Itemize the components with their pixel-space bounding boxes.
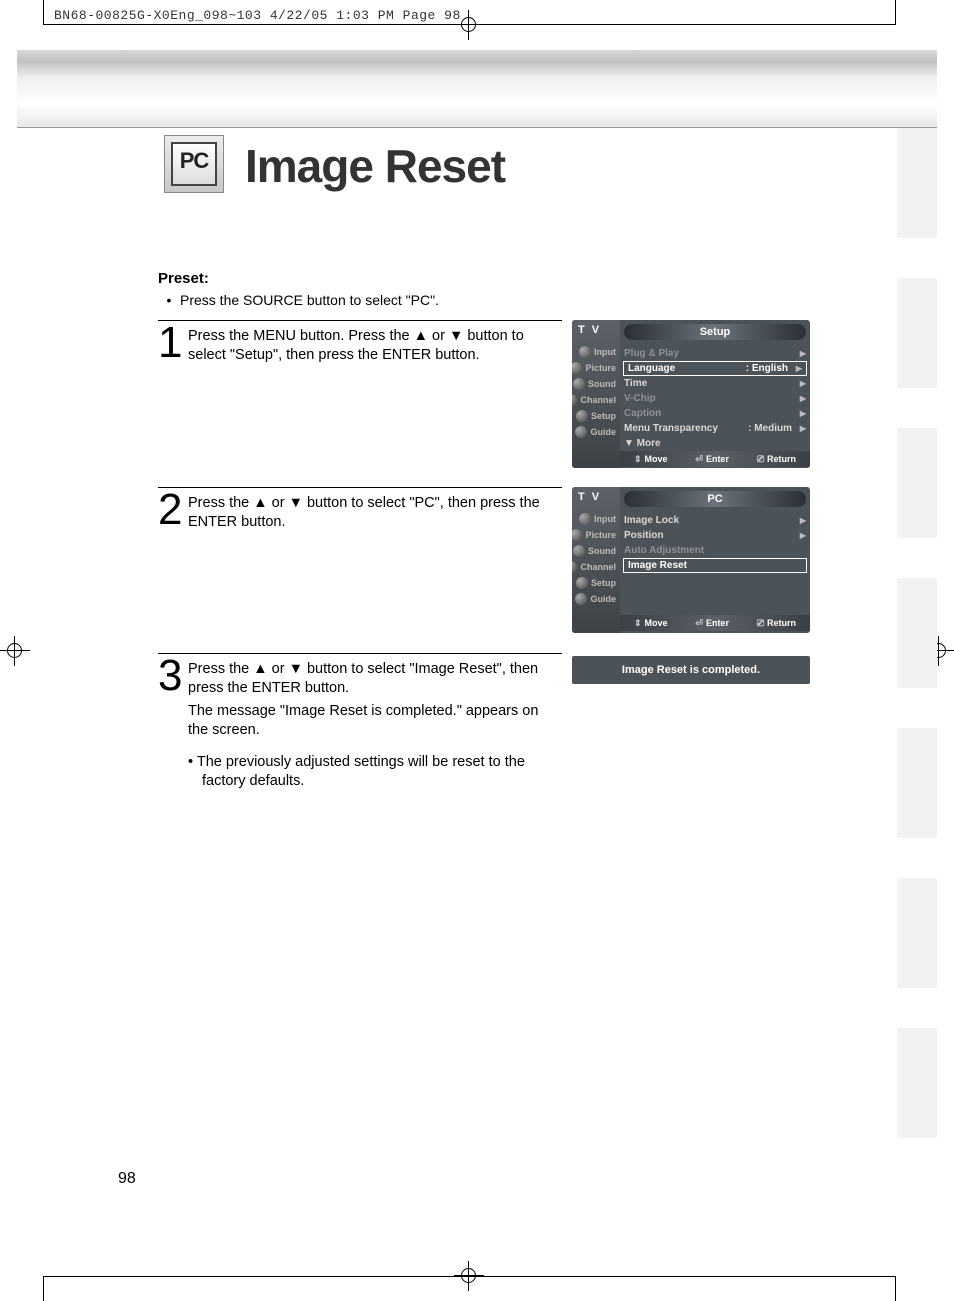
step-number: 1 — [158, 321, 182, 365]
step-3-text2: The message "Image Reset is completed." … — [188, 702, 562, 740]
side-tab-ghost — [897, 128, 937, 1251]
step-number: 3 — [158, 654, 182, 698]
registration-mark — [924, 636, 954, 666]
step-3-text1: Press the ▲ or ▼ button to select "Image… — [188, 660, 562, 698]
osd-row-time: Time▶ — [620, 376, 810, 391]
pc-icon-label: PC — [165, 148, 223, 174]
osd-side-sound: Sound — [588, 546, 616, 556]
step-2-text: Press the ▲ or ▼ button to select "PC", … — [188, 494, 562, 532]
pc-icon: PC — [164, 135, 224, 193]
registration-mark — [454, 1261, 484, 1291]
osd-side-setup: Setup — [591, 578, 616, 588]
preset-bullet: •Press the SOURCE button to select "PC". — [158, 292, 439, 308]
osd-side-guide: Guide — [590, 594, 616, 604]
osd-row-position: Position▶ — [620, 528, 810, 543]
registration-mark — [0, 636, 30, 666]
osd-message-box: Image Reset is completed. — [572, 656, 810, 684]
osd-row-vchip: V-Chip▶ — [620, 391, 810, 406]
preset-label: Preset: — [158, 270, 439, 287]
osd-row-language: Language: English▶ — [623, 361, 807, 376]
osd-side-setup: Setup — [591, 411, 616, 421]
osd-row-autoadjust: Auto Adjustment — [620, 543, 810, 558]
step-number: 2 — [158, 488, 182, 532]
page-title: Image Reset — [245, 139, 505, 193]
header-band — [17, 50, 937, 128]
osd-footer: ⇕Move ⏎Enter ⎚Return — [620, 451, 810, 467]
preset-block: Preset: •Press the SOURCE button to sele… — [158, 270, 439, 308]
osd-tv-label: T V — [572, 320, 620, 344]
osd-row-imagereset: Image Reset — [623, 558, 807, 573]
osd-pc-menu: T V Input Picture Sound Channel Setup Gu… — [572, 487, 810, 633]
osd-row-plugplay: Plug & Play▶ — [620, 346, 810, 361]
osd-side-input: Input — [594, 347, 616, 357]
step-3: 3 Press the ▲ or ▼ button to select "Ima… — [158, 653, 562, 795]
step-3-bullet: • The previously adjusted settings will … — [188, 753, 562, 791]
osd-side-guide: Guide — [590, 427, 616, 437]
osd-side-picture: Picture — [585, 363, 616, 373]
osd-side-channel: Channel — [580, 562, 616, 572]
osd-row-menutrans: Menu Transparency: Medium▶ — [620, 421, 810, 436]
page-number: 98 — [118, 1170, 136, 1188]
osd-row-caption: Caption▶ — [620, 406, 810, 421]
osd-footer: ⇕Move ⏎Enter ⎚Return — [620, 615, 810, 631]
step-1: 1 Press the MENU button. Press the ▲ or … — [158, 320, 562, 369]
step-1-text: Press the MENU button. Press the ▲ or ▼ … — [188, 327, 562, 365]
osd-tv-label: T V — [572, 487, 620, 511]
osd-row-more: ▼ More — [620, 436, 810, 451]
osd-title: PC — [624, 491, 806, 507]
osd-side-channel: Channel — [580, 395, 616, 405]
osd-side-sound: Sound — [588, 379, 616, 389]
osd-side-picture: Picture — [585, 530, 616, 540]
osd-setup-menu: T V Input Picture Sound Channel Setup Gu… — [572, 320, 810, 468]
preset-bullet-text: Press the SOURCE button to select "PC". — [180, 292, 439, 308]
osd-row-imagelock: Image Lock▶ — [620, 513, 810, 528]
osd-side-input: Input — [594, 514, 616, 524]
print-job-header: BN68-00825G-X0Eng_098~103 4/22/05 1:03 P… — [54, 8, 461, 23]
osd-title: Setup — [624, 324, 806, 340]
step-2: 2 Press the ▲ or ▼ button to select "PC"… — [158, 487, 562, 536]
